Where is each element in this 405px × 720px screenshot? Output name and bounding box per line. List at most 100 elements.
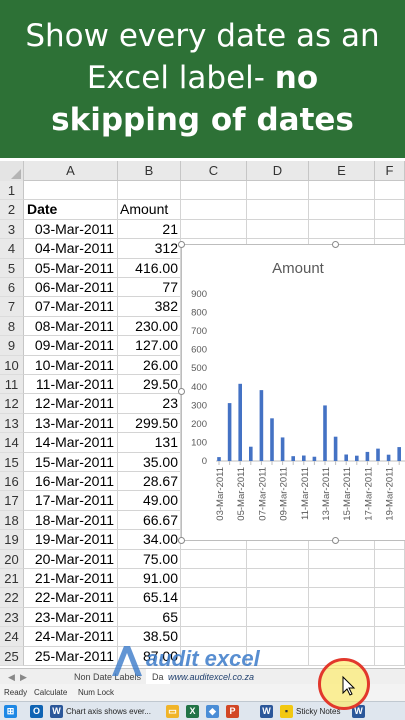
amount-cell[interactable]: 26.00 — [118, 355, 181, 375]
bar-10-Mar-2011[interactable] — [291, 456, 295, 461]
bar-13-Mar-2011[interactable] — [323, 405, 327, 461]
empty-cell[interactable] — [247, 219, 309, 240]
empty-cell[interactable] — [309, 569, 375, 589]
outlook-icon[interactable]: O — [30, 705, 43, 718]
row-header[interactable]: 22 — [0, 588, 24, 608]
amount-cell[interactable]: 77 — [118, 278, 181, 298]
empty-cell[interactable] — [181, 588, 247, 608]
amount-cell[interactable]: 21 — [118, 219, 181, 240]
chart-resize-handle-bl[interactable] — [178, 537, 185, 544]
amount-cell[interactable]: 127.00 — [118, 336, 181, 356]
bar-05-Mar-2011[interactable] — [238, 383, 242, 461]
bar-12-Mar-2011[interactable] — [312, 456, 317, 461]
column-header-f[interactable]: F — [375, 161, 405, 181]
empty-cell[interactable] — [309, 588, 375, 608]
date-cell[interactable]: 18-Mar-2011 — [24, 510, 118, 531]
empty-cell[interactable] — [181, 569, 247, 589]
amount-cell[interactable] — [118, 181, 181, 201]
amount-cell[interactable]: 65 — [118, 607, 181, 628]
row-header[interactable]: 6 — [0, 278, 24, 298]
bar-19-Mar-2011[interactable] — [386, 454, 391, 461]
row-header[interactable]: 12 — [0, 394, 24, 414]
date-cell[interactable]: 17-Mar-2011 — [24, 491, 118, 511]
date-cell[interactable]: 16-Mar-2011 — [24, 472, 118, 492]
select-all-corner[interactable] — [0, 161, 24, 181]
row-header[interactable]: 17 — [0, 491, 24, 511]
sticky-notes-icon[interactable]: ▪ — [280, 705, 293, 718]
date-cell[interactable]: 13-Mar-2011 — [24, 413, 118, 434]
amount-header-cell[interactable]: Amount — [118, 200, 181, 220]
date-cell[interactable]: 05-Mar-2011 — [24, 258, 118, 278]
empty-cell[interactable] — [247, 200, 309, 220]
chart-resize-handle-tl[interactable] — [178, 241, 185, 248]
row-header[interactable]: 14 — [0, 433, 24, 453]
date-cell[interactable]: 21-Mar-2011 — [24, 569, 118, 589]
empty-cell[interactable] — [247, 181, 309, 201]
date-cell[interactable]: 23-Mar-2011 — [24, 607, 118, 628]
amount-cell[interactable]: 35.00 — [118, 452, 181, 472]
row-header[interactable]: 8 — [0, 316, 24, 337]
chart-resize-handle-bottom[interactable] — [332, 537, 339, 544]
row-header[interactable]: 24 — [0, 627, 24, 647]
row-header[interactable]: 13 — [0, 413, 24, 434]
empty-cell[interactable] — [309, 549, 375, 569]
amount-cell[interactable]: 75.00 — [118, 549, 181, 569]
bar-04-Mar-2011[interactable] — [227, 403, 232, 461]
bar-11-Mar-2011[interactable] — [302, 455, 306, 461]
date-cell[interactable]: 20-Mar-2011 — [24, 549, 118, 569]
row-header[interactable]: 5 — [0, 258, 24, 278]
empty-cell[interactable] — [247, 569, 309, 589]
bar-18-Mar-2011[interactable] — [376, 448, 380, 461]
row-header[interactable]: 1 — [0, 181, 24, 201]
chart-resize-handle-top[interactable] — [332, 241, 339, 248]
amount-cell[interactable]: 312 — [118, 239, 181, 259]
taskbar-chart-window[interactable]: Chart axis shows ever... — [66, 702, 151, 720]
amount-chart[interactable]: Amount 900 800 700 600 500 400 300 200 100 0 03-M… — [181, 244, 405, 541]
empty-cell[interactable] — [375, 627, 405, 647]
folder-icon[interactable]: ▭ — [166, 705, 179, 718]
bar-15-Mar-2011[interactable] — [344, 454, 348, 461]
row-header[interactable]: 21 — [0, 569, 24, 589]
column-header-a[interactable]: A — [24, 161, 118, 181]
amount-cell[interactable]: 382 — [118, 297, 181, 317]
date-cell[interactable] — [24, 181, 118, 201]
empty-cell[interactable] — [247, 588, 309, 608]
bar-03-Mar-2011[interactable] — [217, 457, 221, 461]
amount-cell[interactable]: 66.67 — [118, 510, 181, 531]
row-header[interactable]: 23 — [0, 607, 24, 628]
empty-cell[interactable] — [375, 181, 405, 201]
empty-cell[interactable] — [309, 200, 375, 220]
empty-cell[interactable] — [181, 219, 247, 240]
amount-cell[interactable]: 23 — [118, 394, 181, 414]
word-window-icon[interactable]: W — [50, 705, 63, 718]
date-cell[interactable]: 03-Mar-2011 — [24, 219, 118, 240]
app-icon[interactable]: ◆ — [206, 705, 219, 718]
amount-cell[interactable]: 299.50 — [118, 413, 181, 434]
bar-17-Mar-2011[interactable] — [365, 451, 370, 461]
empty-cell[interactable] — [375, 549, 405, 569]
amount-cell[interactable]: 131 — [118, 433, 181, 453]
row-header[interactable]: 18 — [0, 510, 24, 531]
row-header[interactable]: 25 — [0, 646, 24, 666]
date-cell[interactable]: 07-Mar-2011 — [24, 297, 118, 317]
column-header-d[interactable]: D — [247, 161, 309, 181]
empty-cell[interactable] — [309, 219, 375, 240]
empty-cell[interactable] — [181, 181, 247, 201]
bar-09-Mar-2011[interactable] — [280, 437, 285, 461]
powerpoint-icon[interactable]: P — [226, 705, 239, 718]
tab-scroll-right-icon[interactable]: ▶ — [14, 669, 33, 685]
row-header[interactable]: 3 — [0, 219, 24, 240]
date-cell[interactable]: 06-Mar-2011 — [24, 278, 118, 298]
windows-start-icon[interactable]: ⊞ — [4, 705, 17, 718]
amount-cell[interactable]: 49.00 — [118, 491, 181, 511]
column-header-b[interactable]: B — [118, 161, 181, 181]
empty-cell[interactable] — [309, 607, 375, 628]
amount-cell[interactable]: 91.00 — [118, 569, 181, 589]
empty-cell[interactable] — [375, 607, 405, 628]
bar-14-Mar-2011[interactable] — [333, 436, 338, 461]
word-icon[interactable]: W — [260, 705, 273, 718]
date-cell[interactable]: 25-Mar-2011 — [24, 646, 118, 666]
empty-cell[interactable] — [375, 219, 405, 240]
empty-cell[interactable] — [375, 588, 405, 608]
date-cell[interactable]: 15-Mar-2011 — [24, 452, 118, 472]
